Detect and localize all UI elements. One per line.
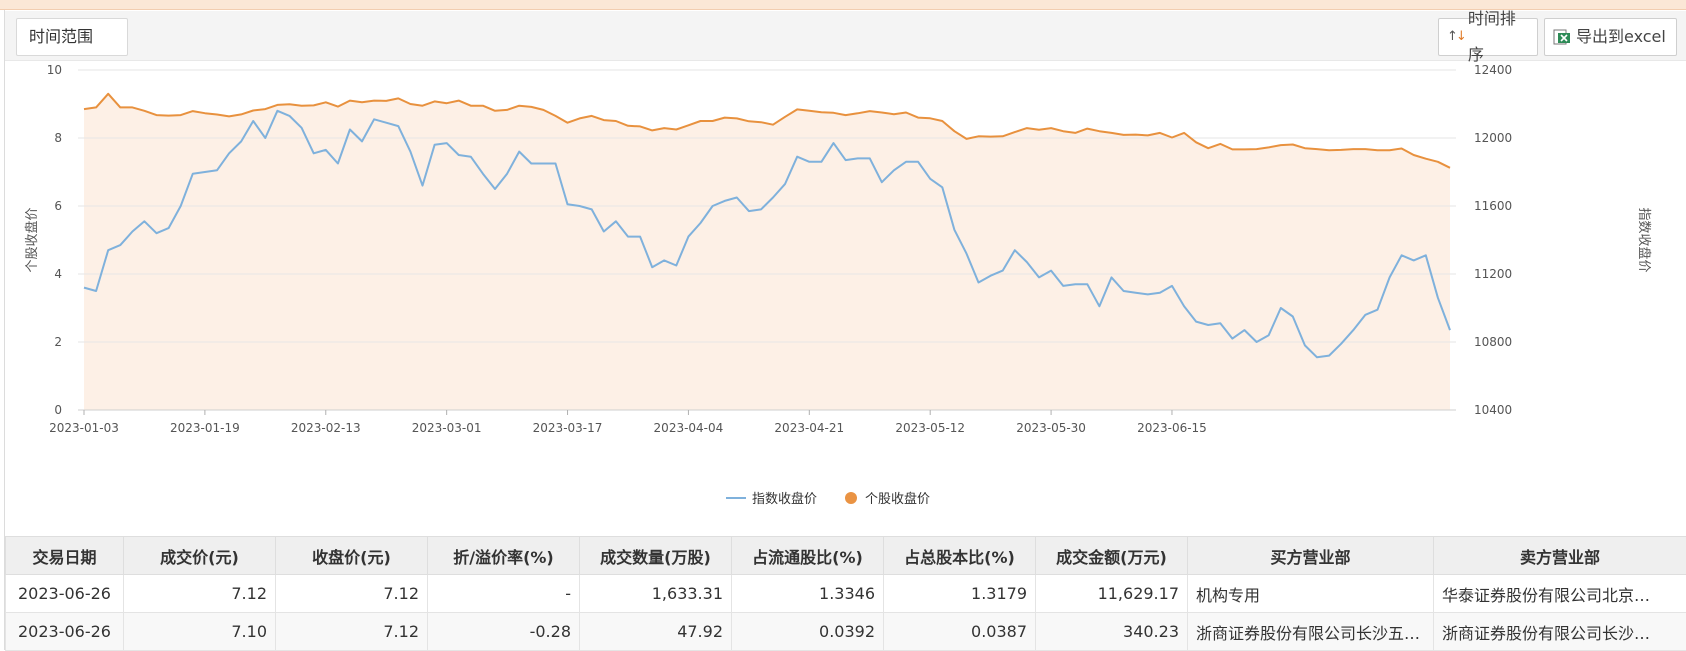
time-sort-button[interactable]: ↑↓ 时间排序 [1438,18,1538,56]
cell-premium-rate: -0.28 [428,613,580,651]
block-trade-table: 交易日期 成交价(元) 收盘价(元) 折/溢价率(%) 成交数量(万股) 占流通… [5,536,1686,651]
time-range-button[interactable]: 时间范围 [16,18,128,56]
cell-seller[interactable]: 华泰证券股份有限公司北京… [1434,575,1686,613]
cell-deal-price: 7.12 [124,575,276,613]
x-tick-label: 2023-02-13 [291,421,361,435]
right-tick-label: 10400 [1474,403,1512,417]
sort-arrows-icon: ↑↓ [1447,19,1465,55]
left-axis-title: 个股收盘价 [24,207,40,272]
cell-seller[interactable]: 浙商证券股份有限公司长沙… [1434,613,1686,651]
right-tick-label: 11200 [1474,267,1512,281]
cell-premium-rate: - [428,575,580,613]
legend-label-stock: 个股收盘价 [865,488,930,507]
cell-buyer[interactable]: 机构专用 [1188,575,1434,613]
x-tick-label: 2023-01-03 [49,421,119,435]
cell-deal-price: 7.10 [124,613,276,651]
excel-icon [1553,28,1571,46]
x-tick-label: 2023-04-04 [654,421,724,435]
x-tick-label: 2023-03-17 [533,421,603,435]
header-close-price[interactable]: 收盘价(元) [276,537,428,575]
left-tick-label: 8 [54,131,62,145]
cell-volume: 47.92 [580,613,732,651]
x-tick-label: 2023-05-12 [895,421,965,435]
stock-area-fill [84,94,1450,410]
x-tick-label: 2023-05-30 [1016,421,1086,435]
legend-item-stock[interactable]: 个股收盘价 [845,488,930,507]
export-excel-label: 导出到excel [1576,19,1666,55]
header-deal-price[interactable]: 成交价(元) [124,537,276,575]
export-excel-button[interactable]: 导出到excel [1544,18,1677,56]
right-tick-label: 11600 [1474,199,1512,213]
cell-amount: 11,629.17 [1036,575,1188,613]
header-total-ratio[interactable]: 占总股本比(%) [884,537,1036,575]
header-premium-rate[interactable]: 折/溢价率(%) [428,537,580,575]
cell-trade-date: 2023-06-26 [6,575,124,613]
header-buyer[interactable]: 买方营业部 [1188,537,1434,575]
header-seller[interactable]: 卖方营业部 [1434,537,1686,575]
right-tick-label: 12400 [1474,63,1512,77]
cell-volume: 1,633.31 [580,575,732,613]
x-tick-label: 2023-03-01 [412,421,482,435]
legend-dot-marker [845,492,857,504]
price-chart: 0 10400 2 10800 4 11200 6 11600 8 12000 10 12400 202… [0,62,1686,472]
legend-label-index: 指数收盘价 [752,488,817,507]
right-tick-label: 12000 [1474,131,1512,145]
right-axis-title: 指数收盘价 [1636,207,1652,272]
x-tick-label: 2023-06-15 [1137,421,1207,435]
header-amount[interactable]: 成交金额(万元) [1036,537,1188,575]
left-tick-label: 10 [47,63,62,77]
table-row: 2023-06-26 7.10 7.12 -0.28 47.92 0.0392 … [6,613,1686,651]
cell-amount: 340.23 [1036,613,1188,651]
legend-line-marker [726,497,746,499]
table-header-row: 交易日期 成交价(元) 收盘价(元) 折/溢价率(%) 成交数量(万股) 占流通… [6,537,1686,575]
left-tick-label: 0 [54,403,62,417]
header-volume[interactable]: 成交数量(万股) [580,537,732,575]
cell-total-ratio: 0.0387 [884,613,1036,651]
toolbar [5,11,1686,61]
top-accent-strip [0,0,1686,10]
cell-trade-date: 2023-06-26 [6,613,124,651]
cell-float-ratio: 0.0392 [732,613,884,651]
cell-close-price: 7.12 [276,613,428,651]
right-tick-label: 10800 [1474,335,1512,349]
table-row: 2023-06-26 7.12 7.12 - 1,633.31 1.3346 1… [6,575,1686,613]
cell-float-ratio: 1.3346 [732,575,884,613]
chart-legend: 指数收盘价 个股收盘价 [726,488,958,507]
header-trade-date[interactable]: 交易日期 [6,537,124,575]
header-float-ratio[interactable]: 占流通股比(%) [732,537,884,575]
legend-item-index[interactable]: 指数收盘价 [726,488,817,507]
cell-total-ratio: 1.3179 [884,575,1036,613]
left-tick-label: 4 [54,267,62,281]
cell-buyer[interactable]: 浙商证券股份有限公司长沙五… [1188,613,1434,651]
x-tick-label: 2023-04-21 [774,421,844,435]
x-tick-label: 2023-01-19 [170,421,240,435]
left-tick-label: 6 [54,199,62,213]
left-tick-label: 2 [54,335,62,349]
cell-close-price: 7.12 [276,575,428,613]
